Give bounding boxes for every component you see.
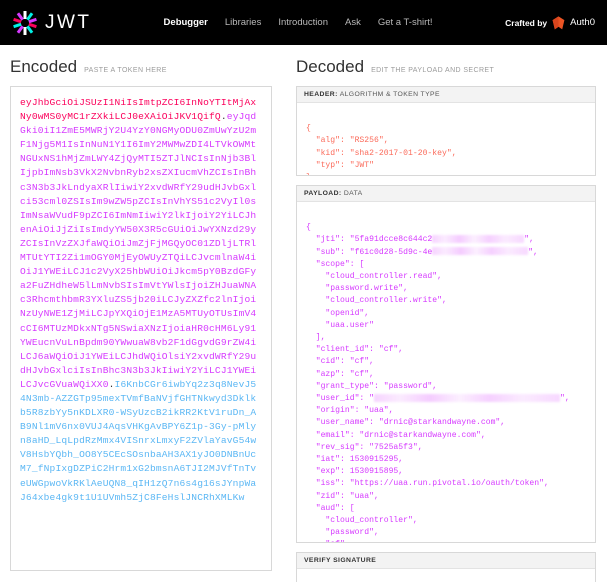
payload-line-open: { <box>306 223 311 233</box>
auth0-name: Auth0 <box>570 17 595 28</box>
header-line-0: { <box>306 124 311 134</box>
payload-aud-open: "aud": [ <box>306 503 355 513</box>
encoded-subtitle: PASTE A TOKEN HERE <box>84 67 167 74</box>
jwt-burst-logo-icon <box>12 10 38 36</box>
decoded-payload-panel: PAYLOAD: DATA { "jti": "5fa91dcce8c644c2… <box>296 185 596 543</box>
payload-aud-2: "cf", <box>306 540 349 542</box>
payload-origin: "origin": "uaa", <box>306 406 394 416</box>
nav-link-introduction[interactable]: Introduction <box>278 17 328 28</box>
nav-link-get-a-tshirt[interactable]: Get a T-shirt! <box>378 17 433 28</box>
decoded-payload-editor[interactable]: { "jti": "5fa91dcce8c644c2 ", "sub": "f61… <box>297 202 595 542</box>
payload-sub-prefix: "sub": "f61c0d28-5d9c-4e <box>306 247 433 257</box>
brand-logo[interactable]: JWT <box>12 10 92 36</box>
decoded-header-panel-label: HEADER: ALGORITHM & TOKEN TYPE <box>297 87 595 103</box>
verify-signature-label-strong: VERIFY SIGNATURE <box>304 557 377 564</box>
payload-scope-open: "scope": [ <box>306 259 365 269</box>
payload-zid: "zid": "uaa", <box>306 491 379 501</box>
payload-client-id: "client_id": "cf", <box>306 345 404 355</box>
payload-sub-suffix: ", <box>528 247 539 257</box>
brand-name: JWT <box>45 11 92 33</box>
nav-links: Debugger Libraries Introduction Ask Get … <box>164 17 433 28</box>
verify-signature-panel: VERIFY SIGNATURE RSASHA256( base64UrlEnc… <box>296 552 596 582</box>
payload-scope-2: "cloud_controller.write", <box>306 296 447 306</box>
top-navbar: JWT Debugger Libraries Introduction Ask … <box>0 0 607 45</box>
payload-cid: "cid": "cf", <box>306 357 374 367</box>
payload-user-id-prefix: "user_id": " <box>306 394 374 404</box>
payload-grant-type: "grant_type": "password", <box>306 381 438 391</box>
decoded-payload-label-rest: DATA <box>343 190 363 197</box>
decoded-header-label-rest: ALGORITHM & TOKEN TYPE <box>339 91 440 98</box>
payload-user-name: "user_name": "drnic@starkandwayne.com", <box>306 418 506 428</box>
payload-exp: "exp": 1530915895, <box>306 467 404 477</box>
decoded-header-panel: HEADER: ALGORITHM & TOKEN TYPE { "alg": … <box>296 86 596 176</box>
header-line-3: "typ": "JWT" <box>306 160 374 170</box>
decoded-subtitle: EDIT THE PAYLOAD AND SECRET <box>371 67 495 74</box>
payload-iss: "iss": "https://uaa.run.pivotal.io/oauth… <box>306 479 549 489</box>
main-content: Encoded PASTE A TOKEN HERE eyJhbGciOiJSU… <box>0 45 607 582</box>
decoded-header-editor[interactable]: { "alg": "RS256", "kid": "sha2-2017-01-2… <box>297 103 595 175</box>
nav-link-debugger[interactable]: Debugger <box>164 17 208 28</box>
payload-rev-sig: "rev_sig": "7525a5f3", <box>306 442 423 452</box>
payload-aud-0: "cloud_controller", <box>306 516 418 526</box>
payload-sub-redacted <box>432 247 529 256</box>
payload-scope-1: "password.write", <box>306 284 408 294</box>
payload-jti-suffix: ", <box>524 235 535 245</box>
payload-aud-1: "password", <box>306 528 379 538</box>
verify-signature-editor[interactable]: RSASHA256( base64UrlEncode(header) + "."… <box>297 569 595 582</box>
payload-jti-redacted <box>432 235 525 244</box>
payload-scope-3: "openid", <box>306 308 370 318</box>
encoded-title: Encoded <box>10 57 78 76</box>
verify-signature-panel-label: VERIFY SIGNATURE <box>297 553 595 569</box>
crafted-by[interactable]: Crafted by Auth0 <box>505 15 595 30</box>
payload-jti-prefix: "jti": "5fa91dcce8c644c2 <box>306 235 433 245</box>
header-line-4: } <box>306 173 311 175</box>
token-payload-segment: eyJqdGki0iI1ZmE5MWRjY2U4YzY0NGMyODU0ZmUw… <box>20 111 257 390</box>
payload-scope-0: "cloud_controller.read", <box>306 272 442 282</box>
encoded-section-head: Encoded PASTE A TOKEN HERE <box>10 57 272 77</box>
payload-scope-close: ], <box>306 333 326 343</box>
token-signature-segment: I6KnbCGr6iwbYq2z3q8NevJ54N3mb-AZZGTp95me… <box>20 378 257 503</box>
decoded-payload-panel-label: PAYLOAD: DATA <box>297 186 595 202</box>
payload-user-id-suffix: ", <box>560 394 570 404</box>
payload-azp: "azp": "cf", <box>306 369 374 379</box>
encoded-token-text: eyJhbGciOiJSUzI1NiIsImtpZCI6InNoYTItMjAx… <box>20 96 262 505</box>
decoded-title: Decoded <box>296 57 365 76</box>
nav-link-ask[interactable]: Ask <box>345 17 361 28</box>
decoded-header-label-strong: HEADER: <box>304 91 338 98</box>
encoded-token-input[interactable]: eyJhbGciOiJSUzI1NiIsImtpZCI6InNoYTItMjAx… <box>10 86 272 571</box>
auth0-shield-icon <box>552 15 565 30</box>
decoded-payload-label-strong: PAYLOAD: <box>304 190 342 197</box>
nav-link-libraries[interactable]: Libraries <box>225 17 261 28</box>
payload-user-id-redacted <box>374 393 560 402</box>
payload-email: "email": "drnic@starkandwayne.com", <box>306 430 486 440</box>
encoded-column: Encoded PASTE A TOKEN HERE eyJhbGciOiJSU… <box>10 57 272 582</box>
decoded-section-head: Decoded EDIT THE PAYLOAD AND SECRET <box>296 57 596 77</box>
header-line-2: "kid": "sha2-2017-01-20-key", <box>306 148 457 158</box>
decoded-column: Decoded EDIT THE PAYLOAD AND SECRET HEAD… <box>296 57 596 582</box>
crafted-by-label: Crafted by <box>505 17 548 28</box>
payload-scope-4: "uaa.user" <box>306 320 374 330</box>
header-line-1: "alg": "RS256", <box>306 136 389 146</box>
payload-iat: "iat": 1530915295, <box>306 455 404 465</box>
